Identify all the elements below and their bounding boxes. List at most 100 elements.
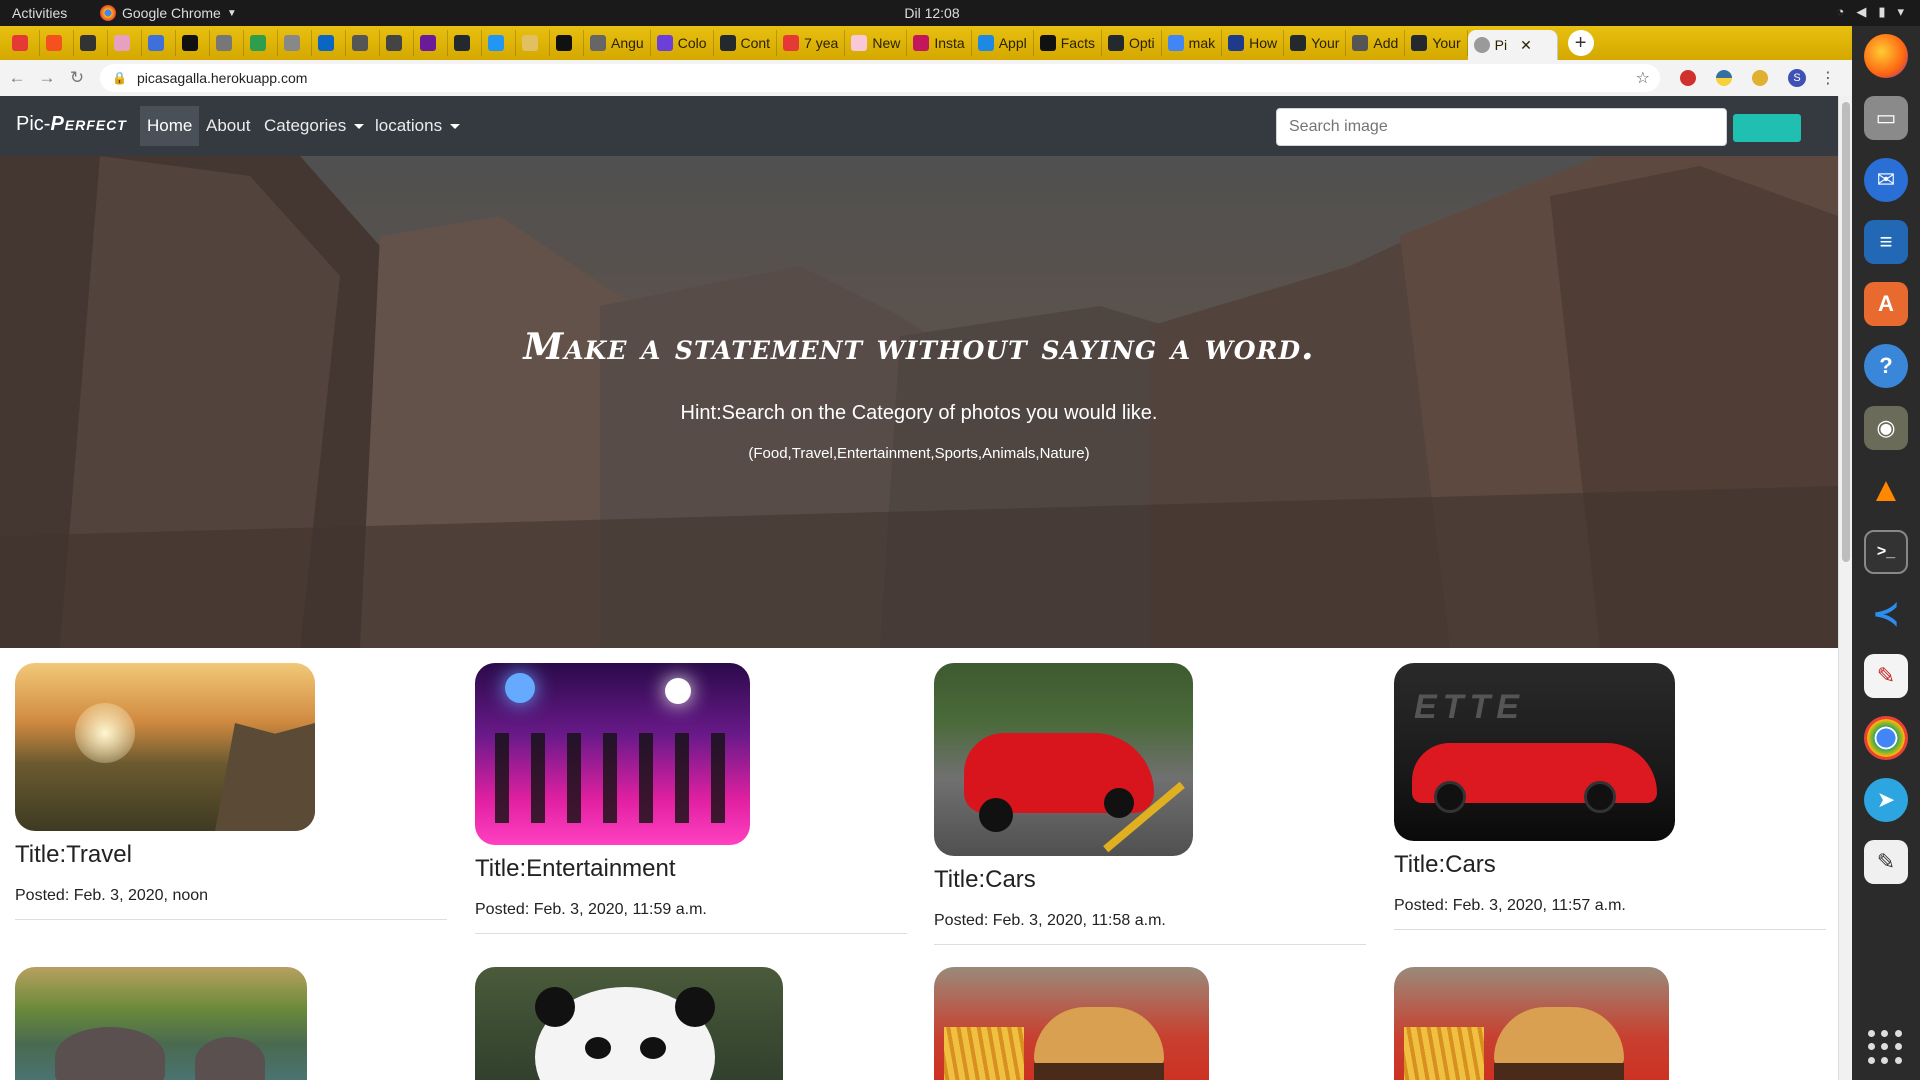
address-bar[interactable]: 🔒 picasagalla.herokuapp.com ☆ [100, 64, 1660, 92]
image-card[interactable] [1394, 967, 1669, 1080]
new-tab-button[interactable]: + [1567, 30, 1594, 56]
notes-icon[interactable]: ✎ [1864, 840, 1908, 884]
browser-tab[interactable] [516, 30, 550, 56]
browser-tab[interactable] [380, 30, 414, 56]
browser-tab[interactable]: New [845, 30, 908, 56]
browser-tab[interactable] [278, 30, 312, 56]
card-divider [1394, 929, 1826, 930]
chrome-icon[interactable] [1864, 716, 1908, 760]
browser-tab[interactable] [6, 30, 40, 56]
search-button[interactable] [1733, 114, 1801, 142]
image-card[interactable]: Title:Entertainment Posted: Feb. 3, 2020… [475, 663, 907, 934]
browser-tab[interactable]: mak [1162, 30, 1223, 56]
close-icon[interactable]: ✕ [1520, 37, 1532, 54]
browser-tab[interactable]: How [1222, 30, 1285, 56]
ubuntu-dock: ▭ ✉ ≡ A ? ◉ ▲ >_ ≺ ✎ ➤ ✎ [1852, 26, 1920, 1080]
text-editor-icon[interactable]: ✎ [1864, 654, 1908, 698]
menu-icon[interactable]: ⋮ [1820, 68, 1836, 88]
browser-tab[interactable]: Cont [714, 30, 778, 56]
image-card[interactable] [475, 967, 783, 1080]
browser-tab[interactable] [210, 30, 244, 56]
show-applications-button[interactable] [1868, 1030, 1904, 1066]
lock-icon[interactable]: 🔒 [112, 71, 127, 85]
scrollbar-thumb[interactable] [1842, 102, 1850, 562]
bookmark-star-icon[interactable]: ☆ [1636, 68, 1650, 88]
profile-avatar[interactable]: S [1788, 69, 1806, 87]
browser-tab[interactable] [346, 30, 380, 56]
nav-about[interactable]: About [199, 106, 257, 146]
favicon-icon [590, 35, 606, 51]
vscode-icon[interactable]: ≺ [1864, 592, 1908, 636]
gimp-icon[interactable]: ◉ [1864, 406, 1908, 450]
browser-tab[interactable]: Angu [584, 30, 651, 56]
help-icon[interactable]: ? [1864, 344, 1908, 388]
hero-banner: Make a statement without saying a word. … [0, 156, 1838, 648]
image-card[interactable] [934, 967, 1209, 1080]
browser-tab[interactable]: Insta [907, 30, 972, 56]
reload-button[interactable]: ↻ [64, 68, 90, 88]
back-button[interactable]: ← [4, 68, 30, 88]
browser-tab[interactable]: 7 yea [777, 30, 846, 56]
page-scrollbar[interactable] [1838, 96, 1852, 1080]
browser-tab[interactable]: Add [1346, 30, 1406, 56]
extension-icon[interactable] [1752, 70, 1768, 86]
browser-tab[interactable]: Your [1284, 30, 1347, 56]
image-card[interactable] [15, 967, 307, 1080]
writer-icon[interactable]: ≡ [1864, 220, 1908, 264]
browser-tab[interactable]: Appl [972, 30, 1034, 56]
burger-image[interactable] [934, 967, 1209, 1080]
browser-tab[interactable] [176, 30, 210, 56]
browser-tab[interactable] [40, 30, 74, 56]
browser-tab[interactable] [74, 30, 108, 56]
card-title: Title:Cars [934, 866, 1036, 893]
firefox-icon[interactable] [1864, 34, 1908, 78]
entertainment-image[interactable] [475, 663, 750, 845]
browser-tab[interactable] [550, 30, 584, 56]
browser-tab[interactable]: Colo [651, 30, 714, 56]
extension-icon[interactable] [1680, 70, 1696, 86]
site-brand[interactable]: Pic-Perfect [16, 113, 127, 136]
corvette-image[interactable]: ETTE [1394, 663, 1675, 841]
vlc-icon[interactable]: ▲ [1864, 468, 1908, 512]
search-input[interactable] [1276, 108, 1727, 146]
nav-locations-dropdown[interactable]: locations [368, 106, 467, 146]
site-navbar: Pic-Perfect Home About Categories locati… [0, 96, 1838, 156]
favicon-icon [182, 35, 198, 51]
system-top-bar: Activities Google Chrome ▼ Dil 12:08 ◔ ◀… [0, 0, 1920, 26]
browser-tab[interactable] [414, 30, 448, 56]
nav-categories-dropdown[interactable]: Categories [257, 106, 371, 146]
clock[interactable]: Dil 12:08 [0, 5, 1864, 21]
forward-button[interactable]: → [34, 68, 60, 88]
hippo-image[interactable] [15, 967, 307, 1080]
favicon-icon [454, 35, 470, 51]
files-icon[interactable]: ▭ [1864, 96, 1908, 140]
python-extension-icon[interactable] [1716, 70, 1732, 86]
browser-tab[interactable]: Your [1405, 30, 1468, 56]
browser-tab[interactable] [312, 30, 346, 56]
travel-image[interactable] [15, 663, 315, 831]
favicon-icon [386, 35, 402, 51]
system-tray[interactable]: ◔ ◀ ▮ ▾ [1836, 4, 1904, 20]
terminal-icon[interactable]: >_ [1864, 530, 1908, 574]
image-card[interactable]: Title:Travel Posted: Feb. 3, 2020, noon [15, 663, 447, 920]
nav-home[interactable]: Home [140, 106, 200, 146]
favicon-icon [46, 35, 62, 51]
thunderbird-icon[interactable]: ✉ [1864, 158, 1908, 202]
mustang-image[interactable] [934, 663, 1193, 856]
card-posted: Posted: Feb. 3, 2020, 11:58 a.m. [934, 912, 1166, 929]
tab-label: Your [1432, 35, 1461, 51]
browser-tab[interactable] [108, 30, 142, 56]
browser-tab[interactable] [482, 30, 516, 56]
browser-tab[interactable] [142, 30, 176, 56]
image-card[interactable]: Title:Cars Posted: Feb. 3, 2020, 11:58 a… [934, 663, 1366, 945]
browser-tab[interactable] [244, 30, 278, 56]
software-center-icon[interactable]: A [1864, 282, 1908, 326]
burger-image[interactable] [1394, 967, 1669, 1080]
browser-tab[interactable]: Facts [1034, 30, 1102, 56]
tab-active[interactable]: Pi ✕ [1467, 30, 1558, 60]
telegram-icon[interactable]: ➤ [1864, 778, 1908, 822]
browser-tab[interactable] [448, 30, 482, 56]
image-card[interactable]: ETTE Title:Cars Posted: Feb. 3, 2020, 11… [1394, 663, 1826, 930]
browser-tab[interactable]: Opti [1102, 30, 1162, 56]
panda-image[interactable] [475, 967, 783, 1080]
